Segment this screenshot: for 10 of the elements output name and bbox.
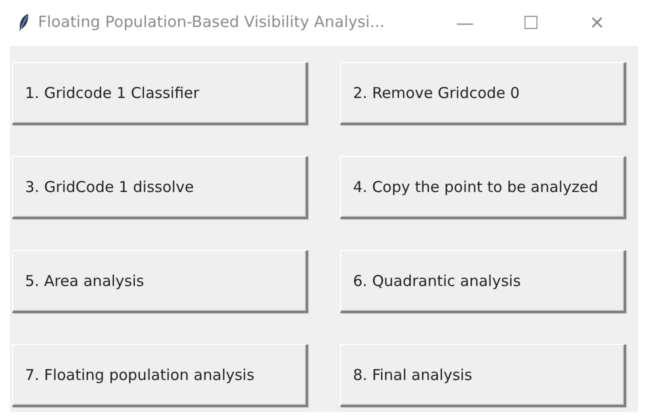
window-title: Floating Population-Based Visibility Analysi... [38,12,385,34]
feather-icon [18,13,30,33]
action-button[interactable]: 5. Area analysis [12,250,308,313]
action-button[interactable]: 3. GridCode 1 dissolve [12,156,308,219]
action-button[interactable]: 2. Remove Gridcode 0 [340,62,626,125]
action-button[interactable]: 8. Final analysis [340,344,626,407]
action-button[interactable]: 7. Floating population analysis [12,344,308,407]
action-button[interactable]: 6. Quadrantic analysis [340,250,626,313]
action-button[interactable]: 4. Copy the point to be analyzed [340,156,626,219]
action-button[interactable]: 1. Gridcode 1 Classifier [12,62,308,125]
